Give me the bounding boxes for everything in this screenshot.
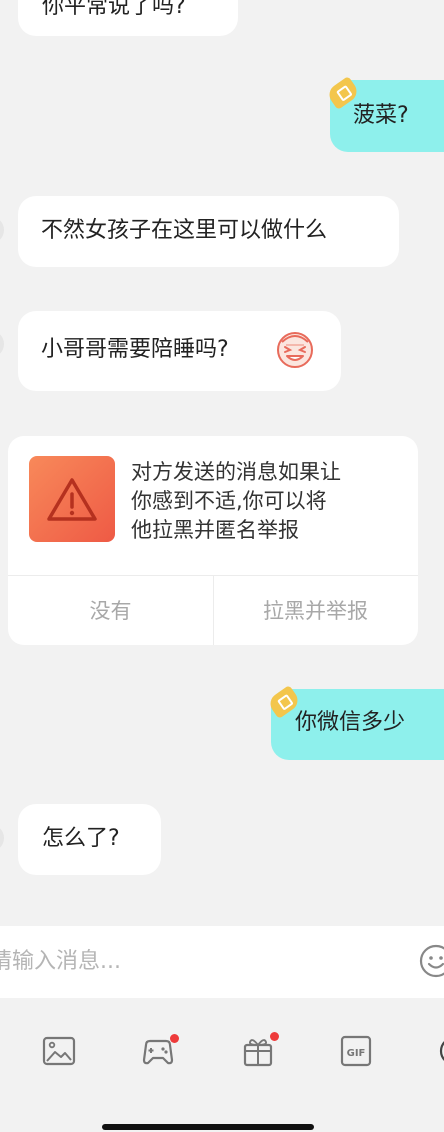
gif-label: GIF — [347, 1048, 366, 1059]
message-composer: 请输入消息... — [0, 926, 444, 998]
image-icon[interactable] — [41, 1033, 77, 1069]
block-and-report-button[interactable]: 拉黑并举报 — [213, 576, 418, 645]
incoming-message-bubble[interactable]: 不然女孩子在这里可以做什么 — [18, 196, 399, 267]
message-text: 菠菜? — [353, 103, 409, 128]
safety-warning-line: 对方发送的消息如果让 — [131, 460, 341, 484]
more-icon[interactable] — [436, 1033, 444, 1069]
laughing-face-emoji-icon — [274, 328, 316, 370]
message-text: 你平常说了吗? — [42, 0, 186, 19]
gif-icon[interactable]: GIF — [338, 1033, 374, 1069]
emoji-picker-icon[interactable] — [418, 943, 444, 979]
notification-badge — [270, 1032, 279, 1041]
message-text: 怎么了? — [42, 826, 120, 851]
safety-warning-actions: 没有 拉黑并举报 — [8, 575, 418, 645]
safety-warning-card: 对方发送的消息如果让 你感到不适,你可以将 他拉黑并匿名举报 没有 拉黑并举报 — [8, 436, 418, 645]
safety-warning-line: 你感到不适,你可以将 — [131, 489, 327, 513]
dismiss-button[interactable]: 没有 — [8, 576, 213, 645]
incoming-message-bubble[interactable]: 小哥哥需要陪睡吗? — [18, 311, 341, 391]
safety-warning-text: 对方发送的消息如果让 你感到不适,你可以将 他拉黑并匿名举报 — [131, 458, 401, 545]
message-input[interactable] — [0, 926, 400, 998]
message-text: 不然女孩子在这里可以做什么 — [41, 218, 328, 243]
message-text: 小哥哥需要陪睡吗? — [41, 337, 229, 362]
composer-toolbar: GIF — [0, 998, 444, 1132]
sender-avatar[interactable] — [0, 824, 4, 852]
home-indicator — [102, 1124, 314, 1130]
message-text: 你微信多少 — [295, 710, 406, 735]
sender-avatar[interactable] — [0, 330, 4, 358]
sender-avatar[interactable] — [0, 216, 4, 244]
safety-warning-line: 他拉黑并匿名举报 — [131, 518, 299, 542]
incoming-message-bubble[interactable]: 怎么了? — [18, 804, 161, 875]
warning-icon — [29, 456, 115, 542]
incoming-message-bubble[interactable]: 你平常说了吗? — [18, 0, 238, 36]
notification-badge — [170, 1034, 179, 1043]
